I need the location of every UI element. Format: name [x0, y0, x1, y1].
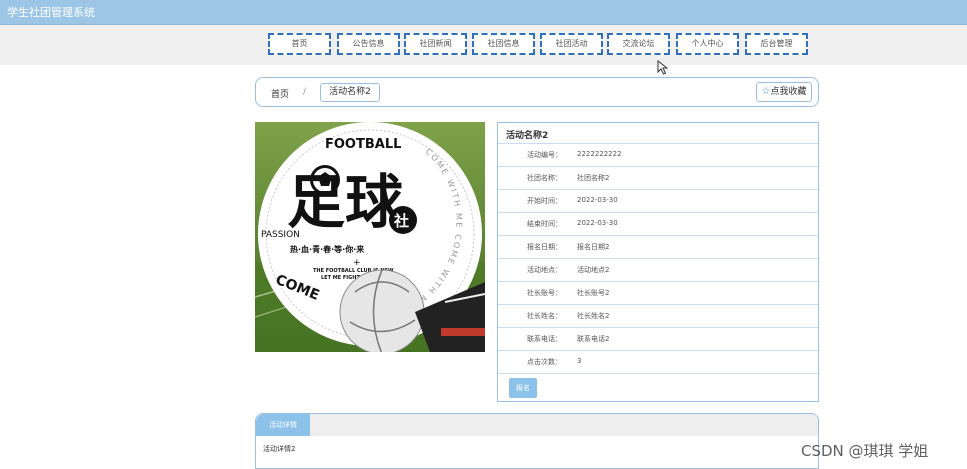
info-label: 社长账号： — [527, 289, 562, 297]
activity-info-panel: 活动名称2 活动编号： 2222222222 社团名称： 社团名称2 开始时间：… — [497, 122, 819, 402]
nav-item-profile[interactable]: 个人中心 — [676, 33, 739, 55]
activity-title: 活动名称2 — [506, 131, 549, 141]
info-label: 报名日期： — [527, 243, 562, 251]
info-label: 活动编号： — [527, 151, 562, 159]
info-row-club-name: 社团名称： 社团名称2 — [498, 166, 818, 189]
poster-plus-text: + — [353, 258, 361, 268]
poster-main-text: 足球 — [287, 168, 404, 236]
info-row-end-time: 结束时间： 2022-03-30 — [498, 212, 818, 235]
info-label: 社团名称： — [527, 174, 562, 182]
info-row-activity-id: 活动编号： 2222222222 — [498, 143, 818, 166]
info-value: 2222222222 — [577, 150, 622, 158]
nav-item-activities[interactable]: 社团活动 — [540, 33, 603, 55]
breadcrumb-separator: / — [303, 87, 307, 97]
info-value: 3 — [577, 357, 582, 365]
signup-button[interactable]: 报名 — [509, 378, 537, 398]
mouse-cursor-icon — [657, 60, 669, 75]
nav-item-notice[interactable]: 公告信息 — [337, 33, 400, 55]
football-poster-image: FOOTBALL 足球 社 PASSION 热·血·青·春·等·你·来 + TH… — [255, 122, 485, 352]
info-label: 点击次数： — [527, 358, 562, 366]
info-value: 社长姓名2 — [577, 312, 610, 320]
watermark-text: CSDN @琪琪 学姐 — [801, 442, 929, 460]
nav-item-club-info[interactable]: 社团信息 — [472, 33, 535, 55]
detail-tabbar — [256, 414, 818, 436]
poster-badge-text: 社 — [393, 212, 409, 230]
info-row-leader-name: 社长姓名： 社长姓名2 — [498, 304, 818, 327]
breadcrumb-home-link[interactable]: 首页 — [271, 87, 289, 100]
info-row-leader-account: 社长账号： 社长账号2 — [498, 281, 818, 304]
info-value: 社团名称2 — [577, 174, 610, 182]
info-label: 社长姓名： — [527, 312, 562, 320]
info-row-click-count: 点击次数： 3 — [498, 350, 818, 373]
activity-detail-panel: 活动详情 活动详情2 — [255, 413, 819, 469]
nav-item-news[interactable]: 社团新闻 — [404, 33, 467, 55]
info-label: 活动地点： — [527, 266, 562, 274]
breadcrumb-current: 活动名称2 — [320, 83, 380, 102]
nav-item-admin[interactable]: 后台管理 — [745, 33, 808, 55]
info-row-actions — [498, 373, 818, 401]
info-label: 开始时间： — [527, 197, 562, 205]
info-row-start-time: 开始时间： 2022-03-30 — [498, 189, 818, 212]
poster-passion-text: PASSION — [261, 230, 300, 240]
app-title: 学生社团管理系统 — [7, 6, 95, 19]
info-value: 活动地点2 — [577, 266, 610, 274]
info-value: 2022-03-30 — [577, 196, 618, 204]
info-row-signup-date: 报名日期： 报名日期2 — [498, 235, 818, 258]
info-row-location: 活动地点： 活动地点2 — [498, 258, 818, 281]
info-row-phone: 联系电话： 联系电话2 — [498, 327, 818, 350]
info-value: 联系电话2 — [577, 335, 610, 343]
app-header: 学生社团管理系统 — [0, 0, 967, 25]
info-label: 联系电话： — [527, 335, 562, 343]
favorite-label: 点我收藏 — [770, 87, 807, 97]
info-value: 报名日期2 — [577, 243, 610, 251]
favorite-button[interactable]: ☆点我收藏 — [756, 82, 812, 102]
detail-content: 活动详情2 — [263, 445, 296, 453]
breadcrumb: 首页 / 活动名称2 ☆点我收藏 — [255, 77, 819, 107]
poster-title-text: FOOTBALL — [325, 137, 401, 152]
activity-poster: FOOTBALL 足球 社 PASSION 热·血·青·春·等·你·来 + TH… — [255, 122, 485, 352]
nav-item-forum[interactable]: 交流论坛 — [607, 33, 670, 55]
tab-activity-detail[interactable]: 活动详情 — [256, 414, 310, 436]
info-value: 2022-03-30 — [577, 219, 618, 227]
poster-slogan-text: 热·血·青·春·等·你·来 — [290, 244, 365, 254]
nav-item-home[interactable]: 首页 — [268, 33, 331, 55]
info-value: 社长账号2 — [577, 289, 610, 297]
info-label: 结束时间： — [527, 220, 562, 228]
